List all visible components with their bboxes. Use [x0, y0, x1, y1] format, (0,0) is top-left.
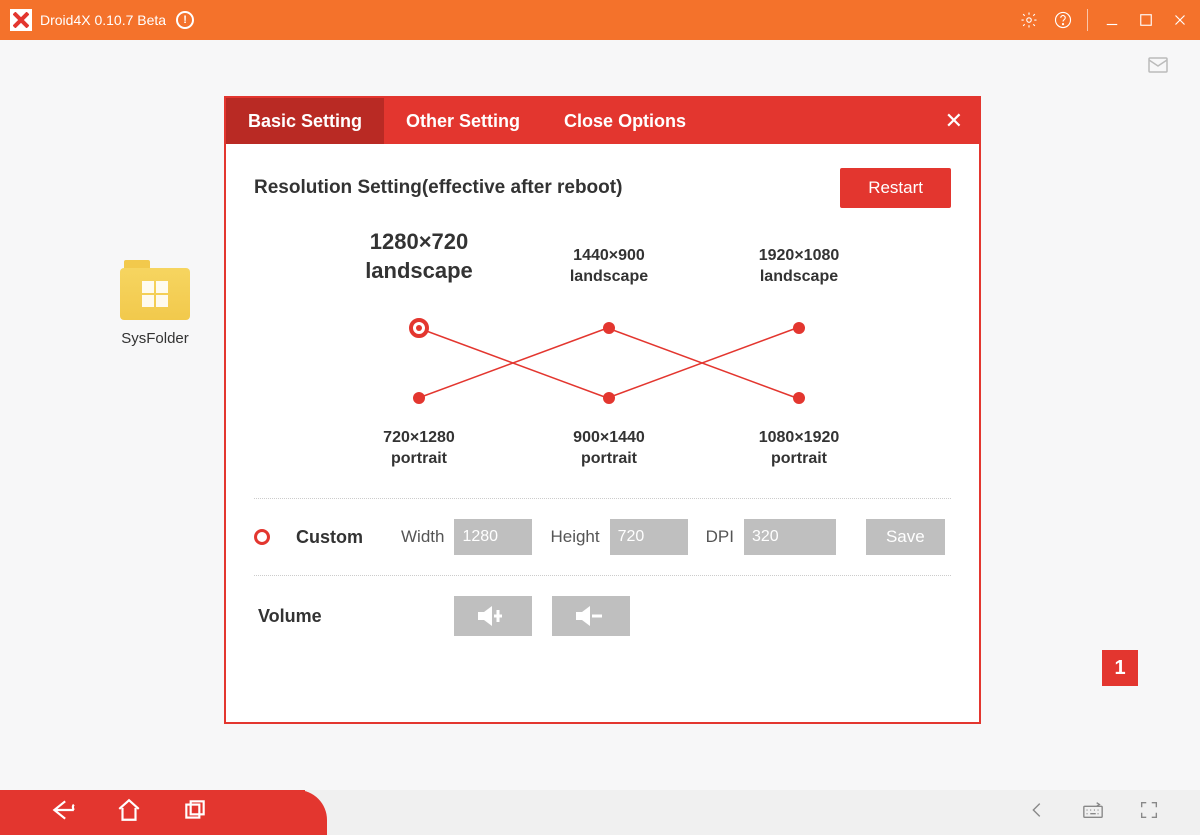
resolution-option-720x1280[interactable]: 720×1280 portrait — [344, 428, 494, 470]
resolution-dot[interactable] — [603, 322, 615, 334]
resolution-option-1280x720[interactable]: 1280×720 landscape — [344, 228, 494, 285]
resolution-option-1080x1920[interactable]: 1080×1920 portrait — [724, 428, 874, 470]
width-input[interactable] — [454, 519, 532, 555]
volume-label: Volume — [254, 606, 434, 627]
mail-icon[interactable] — [1146, 53, 1170, 77]
folder-label: SysFolder — [120, 330, 190, 347]
resolution-dot[interactable] — [409, 318, 429, 338]
width-label: Width — [401, 527, 444, 547]
resolution-dot[interactable] — [793, 392, 805, 404]
tab-close-options[interactable]: Close Options — [542, 98, 708, 144]
resolution-section-title: Resolution Setting(effective after reboo… — [254, 177, 622, 199]
divider — [254, 575, 951, 576]
resolution-option-900x1440[interactable]: 900×1440 portrait — [534, 428, 684, 470]
tab-basic-setting[interactable]: Basic Setting — [226, 98, 384, 144]
settings-icon[interactable] — [1019, 10, 1039, 30]
maximize-button[interactable] — [1136, 10, 1156, 30]
modal-tabs: Basic Setting Other Setting Close Option… — [226, 98, 979, 144]
restart-button[interactable]: Restart — [840, 168, 951, 208]
sysfolder-shortcut[interactable]: SysFolder — [120, 260, 190, 347]
volume-row: Volume — [254, 592, 951, 640]
info-icon[interactable]: ! — [176, 11, 194, 29]
custom-radio[interactable] — [254, 529, 270, 545]
modal-close-icon[interactable]: ✕ — [945, 108, 963, 134]
folder-icon — [120, 260, 190, 320]
dpi-label: DPI — [706, 527, 734, 547]
resolution-dot[interactable] — [413, 392, 425, 404]
resolution-dot[interactable] — [603, 392, 615, 404]
help-icon[interactable] — [1053, 10, 1073, 30]
custom-label: Custom — [296, 527, 363, 548]
keyboard-icon[interactable] — [1082, 799, 1104, 826]
back-button[interactable] — [50, 797, 76, 828]
divider — [254, 498, 951, 499]
fullscreen-icon[interactable] — [1138, 799, 1160, 826]
resolution-picker: 1280×720 landscape 1440×900 landscape 19… — [254, 228, 951, 478]
close-button[interactable] — [1170, 10, 1190, 30]
dpi-input[interactable] — [744, 519, 836, 555]
topbar — [0, 40, 1200, 90]
minimize-button[interactable] — [1102, 10, 1122, 30]
settings-modal: Basic Setting Other Setting Close Option… — [224, 96, 981, 724]
resolution-option-1920x1080[interactable]: 1920×1080 landscape — [724, 246, 874, 288]
height-input[interactable] — [610, 519, 688, 555]
resolution-option-1440x900[interactable]: 1440×900 landscape — [534, 246, 684, 288]
chevron-left-icon[interactable] — [1026, 799, 1048, 826]
titlebar: Droid4X 0.10.7 Beta ! — [0, 0, 1200, 40]
app-title: Droid4X 0.10.7 Beta — [40, 12, 166, 28]
app-logo — [10, 9, 32, 31]
navbar — [0, 790, 1200, 835]
volume-down-button[interactable] — [552, 596, 630, 636]
save-button[interactable]: Save — [866, 519, 945, 555]
notification-badge[interactable]: 1 — [1102, 650, 1138, 686]
volume-up-button[interactable] — [454, 596, 532, 636]
home-button[interactable] — [116, 797, 142, 828]
custom-resolution-row: Custom Width Height DPI Save — [254, 515, 951, 559]
resolution-dot[interactable] — [793, 322, 805, 334]
tab-other-setting[interactable]: Other Setting — [384, 98, 542, 144]
recent-apps-button[interactable] — [182, 797, 208, 828]
height-label: Height — [550, 527, 599, 547]
desktop: SysFolder Basic Setting Other Setting Cl… — [0, 90, 1200, 790]
